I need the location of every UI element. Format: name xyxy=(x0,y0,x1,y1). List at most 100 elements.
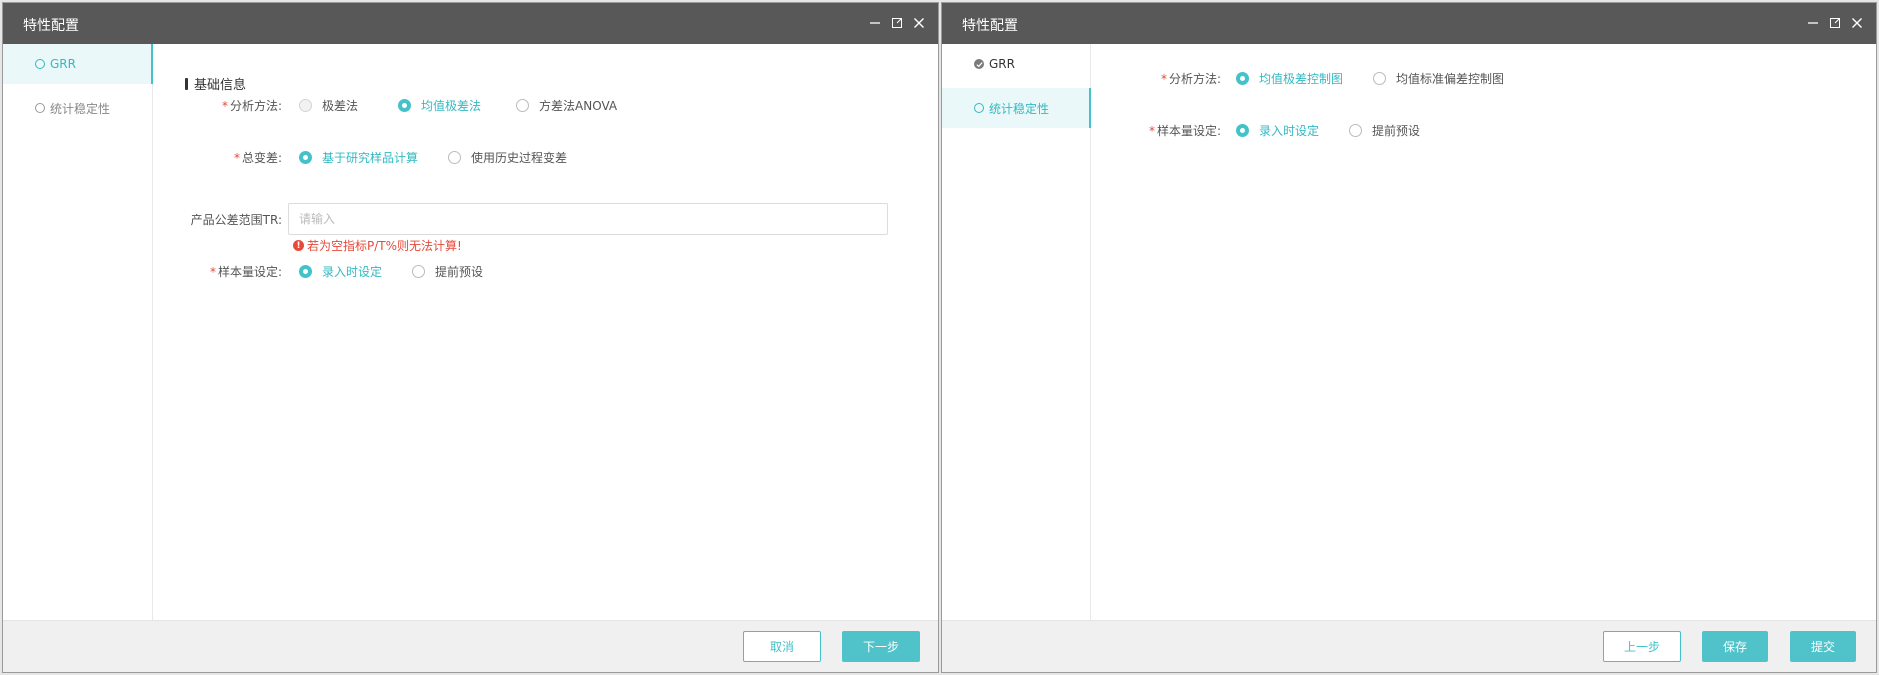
dialog-titlebar: 特性配置 xyxy=(942,3,1876,44)
sidebar-item-stability[interactable]: 统计稳定性 xyxy=(3,88,152,128)
sample-size-label: * 样本量设定: xyxy=(1092,122,1221,139)
section-marker xyxy=(185,77,188,90)
sample-size-row: * 样本量设定: 录入时设定 提前预设 xyxy=(1092,120,1876,140)
radio-anova-method[interactable]: 方差法ANOVA xyxy=(516,97,617,114)
close-icon[interactable] xyxy=(912,15,926,31)
radio-dot xyxy=(299,98,312,112)
radio-dot xyxy=(412,264,426,278)
radio-label: 极差法 xyxy=(322,98,359,113)
step-pending-icon xyxy=(35,103,45,113)
sidebar-item-label: GRR xyxy=(989,57,1015,71)
radio-label: 提前预设 xyxy=(435,264,484,279)
tolerance-row: 产品公差范围TR: xyxy=(154,203,938,235)
radio-label: 使用历史过程变差 xyxy=(471,150,568,165)
dialog-footer: 取消 下一步 xyxy=(3,620,938,672)
radio-historical-variation[interactable]: 使用历史过程变差 xyxy=(448,149,567,166)
step-pending-icon xyxy=(35,59,45,69)
sample-size-row: * 样本量设定: 录入时设定 提前预设 xyxy=(154,261,938,281)
radio-dot xyxy=(398,98,412,112)
radio-xbar-r-chart[interactable]: 均值极差控制图 xyxy=(1236,70,1343,87)
section-title: 基础信息 xyxy=(185,74,246,93)
required-mark: * xyxy=(1148,123,1155,138)
check-icon xyxy=(974,59,984,69)
radio-dot xyxy=(448,150,462,164)
radio-sample-based[interactable]: 基于研究样品计算 xyxy=(299,149,418,166)
label-text: 样本量设定: xyxy=(217,264,282,279)
step-sidebar: GRR 统计稳定性 xyxy=(3,44,153,620)
label-text: 样本量设定: xyxy=(1156,123,1221,138)
tolerance-label: 产品公差范围TR: xyxy=(190,212,282,227)
minimize-icon[interactable] xyxy=(868,15,882,31)
required-mark: * xyxy=(209,264,216,279)
radio-preset[interactable]: 提前预设 xyxy=(1349,122,1420,139)
label-text: 分析方法: xyxy=(229,98,282,113)
required-mark: * xyxy=(1160,71,1167,86)
radio-range-method[interactable]: 极差法 xyxy=(299,97,358,114)
label-text: 分析方法: xyxy=(1168,71,1221,86)
required-mark: * xyxy=(233,150,240,165)
radio-label: 均值极差法 xyxy=(421,98,482,113)
next-step-button[interactable]: 下一步 xyxy=(842,631,920,662)
dialog-characteristic-config-step2: 特性配置 GRR 统计稳定性 * 分析方法: 均值极差控制图 均值标准偏差控制图… xyxy=(941,2,1877,673)
radio-set-on-entry[interactable]: 录入时设定 xyxy=(299,263,382,280)
error-icon: ! xyxy=(293,240,304,251)
dialog-characteristic-config-step1: 特性配置 GRR 统计稳定性 基础信息 * 分析方法: 极差法 均值极差法 方差… xyxy=(2,2,939,673)
sidebar-item-grr[interactable]: GRR xyxy=(3,44,153,84)
radio-dot xyxy=(299,150,312,164)
dialog-footer: 上一步 保存 提交 xyxy=(942,620,1876,672)
analysis-method-label: * 分析方法: xyxy=(154,97,282,114)
step-pending-icon xyxy=(974,103,984,113)
radio-dot xyxy=(1236,71,1249,85)
section-title-text: 基础信息 xyxy=(194,78,247,93)
radio-label: 录入时设定 xyxy=(1259,123,1320,138)
form-content: * 分析方法: 均值极差控制图 均值标准偏差控制图 * 样本量设定: 录入时设定 提… xyxy=(1092,44,1876,620)
close-icon[interactable] xyxy=(1850,15,1864,31)
dialog-title: 特性配置 xyxy=(23,18,79,34)
analysis-method-row: * 分析方法: 极差法 均值极差法 方差法ANOVA xyxy=(154,95,938,115)
required-mark: * xyxy=(221,98,228,113)
error-text: 若为空指标P/T%则无法计算! xyxy=(307,239,462,253)
radio-dot xyxy=(299,264,312,278)
maximize-icon[interactable] xyxy=(890,15,904,31)
radio-label: 提前预设 xyxy=(1372,123,1421,138)
radio-preset[interactable]: 提前预设 xyxy=(412,263,483,280)
radio-label: 基于研究样品计算 xyxy=(322,150,419,165)
radio-label: 均值极差控制图 xyxy=(1259,71,1344,86)
dialog-body: GRR 统计稳定性 基础信息 * 分析方法: 极差法 均值极差法 方差法ANOVA xyxy=(3,44,938,620)
sidebar-item-label: 统计稳定性 xyxy=(989,101,1050,116)
radio-mean-range-method[interactable]: 均值极差法 xyxy=(398,97,481,114)
dialog-body: GRR 统计稳定性 * 分析方法: 均值极差控制图 均值标准偏差控制图 * 样本量设… xyxy=(942,44,1876,620)
save-button[interactable]: 保存 xyxy=(1702,631,1768,662)
tolerance-error: ! 若为空指标P/T%则无法计算! xyxy=(293,237,462,254)
sidebar-item-label: 统计稳定性 xyxy=(50,101,111,116)
previous-step-button[interactable]: 上一步 xyxy=(1603,631,1681,662)
total-variation-row: * 总变差: 基于研究样品计算 使用历史过程变差 xyxy=(154,147,938,167)
step-sidebar: GRR 统计稳定性 xyxy=(942,44,1091,620)
sidebar-item-grr[interactable]: GRR xyxy=(942,44,1090,84)
cancel-button[interactable]: 取消 xyxy=(743,631,821,662)
radio-label: 录入时设定 xyxy=(322,264,383,279)
analysis-method-row: * 分析方法: 均值极差控制图 均值标准偏差控制图 xyxy=(1092,68,1876,88)
radio-dot xyxy=(516,98,530,112)
radio-label: 均值标准偏差控制图 xyxy=(1396,71,1505,86)
window-controls xyxy=(1806,15,1864,31)
radio-label: 方差法ANOVA xyxy=(539,98,618,113)
tolerance-input[interactable] xyxy=(288,203,888,235)
dialog-titlebar: 特性配置 xyxy=(3,3,938,44)
analysis-method-label: * 分析方法: xyxy=(1092,70,1221,87)
minimize-icon[interactable] xyxy=(1806,15,1820,31)
window-controls xyxy=(868,15,926,31)
submit-button[interactable]: 提交 xyxy=(1790,631,1856,662)
radio-dot xyxy=(1373,71,1387,85)
sample-size-label: * 样本量设定: xyxy=(154,263,282,280)
radio-set-on-entry[interactable]: 录入时设定 xyxy=(1236,122,1319,139)
form-content: 基础信息 * 分析方法: 极差法 均值极差法 方差法ANOVA * 总变差: 基于研… xyxy=(154,44,938,620)
radio-xbar-s-chart[interactable]: 均值标准偏差控制图 xyxy=(1373,70,1504,87)
sidebar-item-stability[interactable]: 统计稳定性 xyxy=(942,88,1091,128)
radio-dot xyxy=(1236,123,1249,137)
maximize-icon[interactable] xyxy=(1828,15,1842,31)
dialog-title: 特性配置 xyxy=(962,18,1018,34)
radio-dot xyxy=(1349,123,1363,137)
label-text: 总变差: xyxy=(241,150,282,165)
total-variation-label: * 总变差: xyxy=(154,149,282,166)
